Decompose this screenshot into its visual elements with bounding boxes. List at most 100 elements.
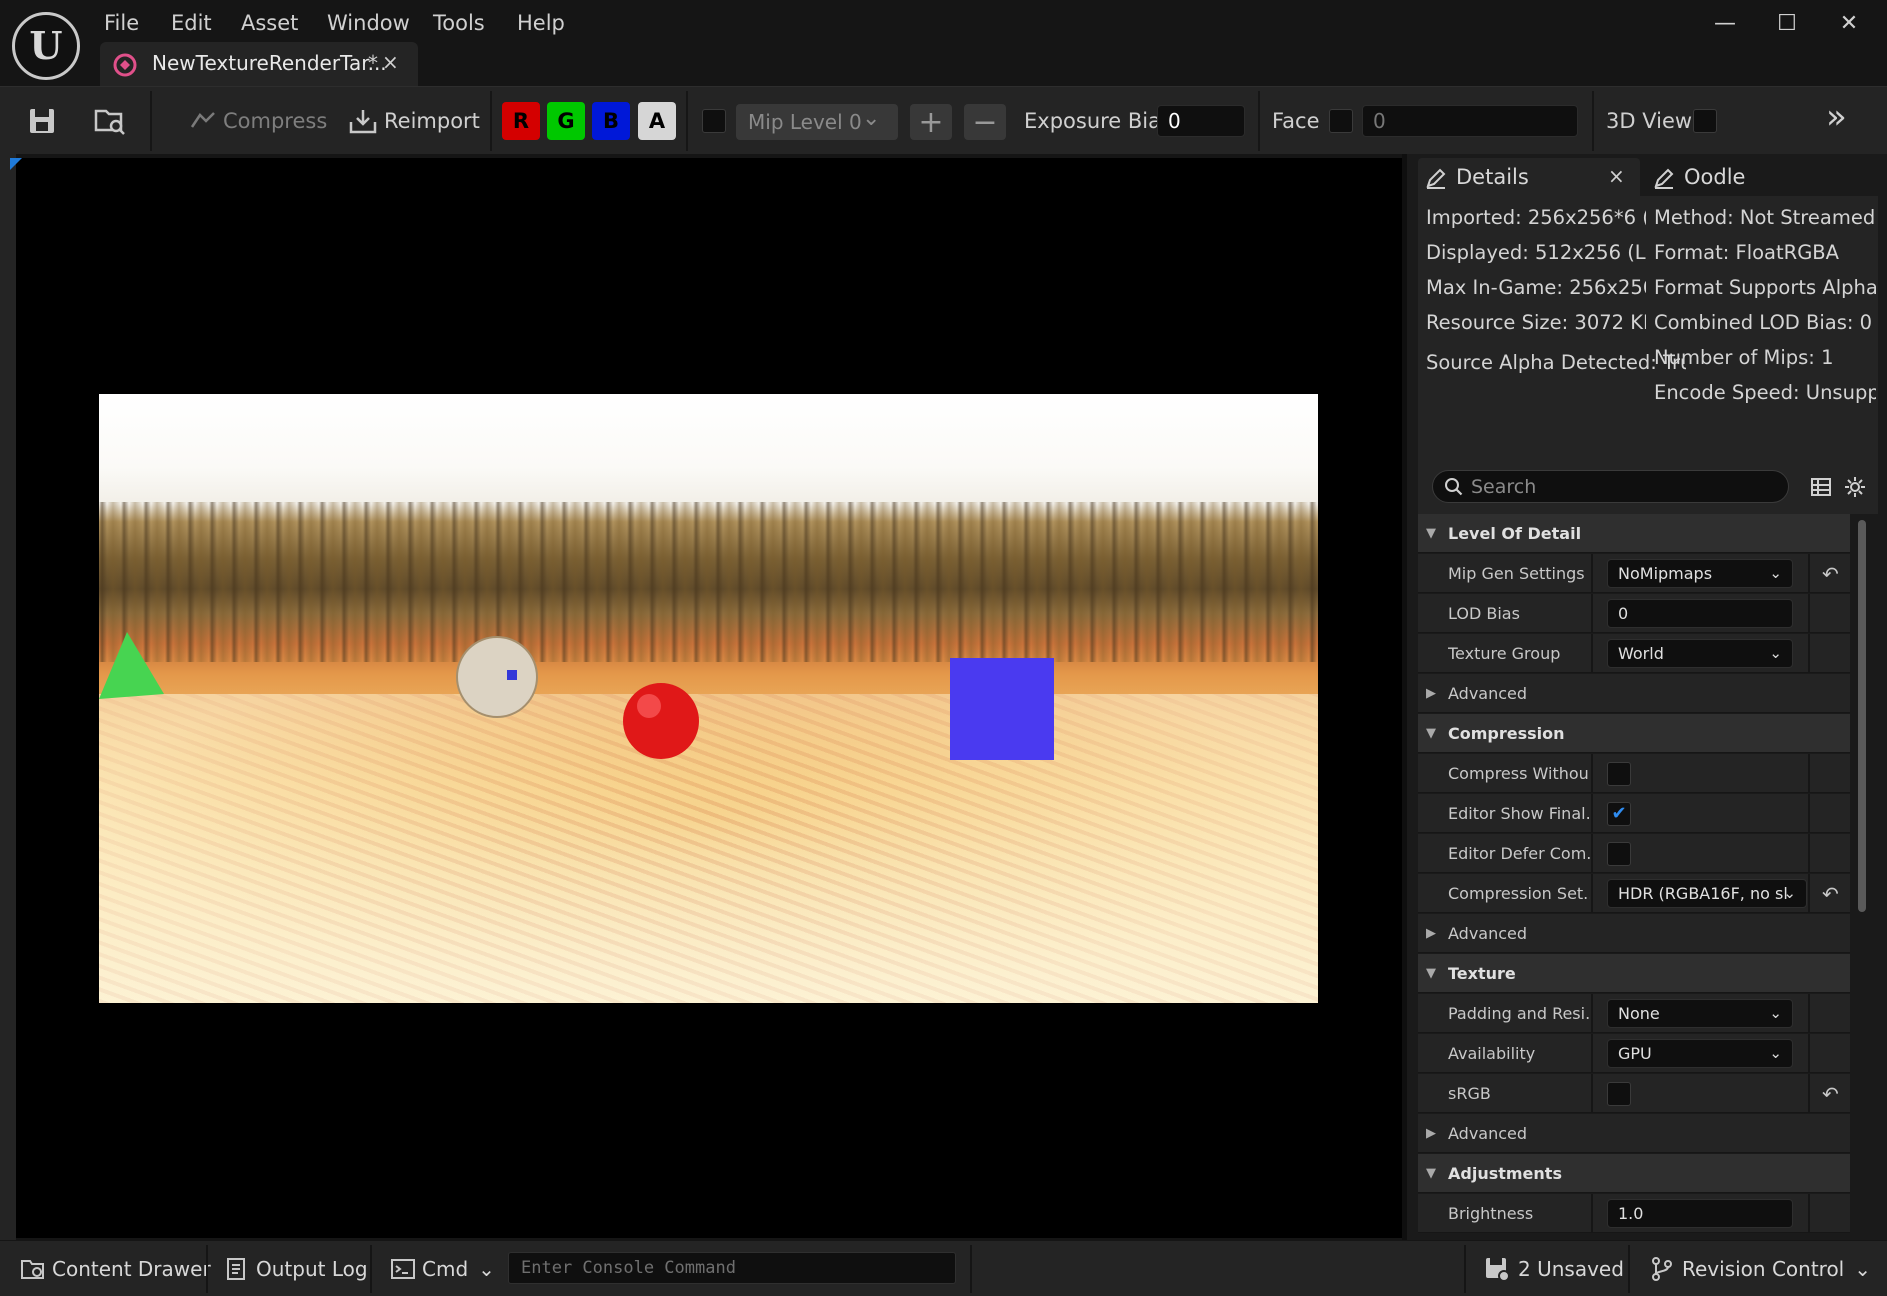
subcategory-advanced-texture[interactable]: ▶ Advanced	[1418, 1114, 1850, 1153]
menu-file[interactable]: File	[104, 8, 139, 38]
cmd-dropdown[interactable]: Cmd ⌄	[388, 1241, 495, 1296]
scene-objects	[99, 632, 1054, 760]
texture-group-dropdown[interactable]: World ⌄	[1607, 639, 1793, 668]
info-format: Format: FloatRGBA	[1654, 241, 1840, 264]
availability-dropdown[interactable]: GPU ⌄	[1607, 1039, 1793, 1068]
channel-r-toggle[interactable]: R	[502, 102, 540, 140]
property-list: ▼ Level Of Detail Mip Gen Settings NoMip…	[1418, 514, 1878, 1240]
reimport-button[interactable]: Reimport	[384, 109, 480, 133]
search-input[interactable]	[1471, 474, 1771, 500]
close-window-button[interactable]: ✕	[1824, 6, 1874, 40]
toolbar-overflow-button[interactable]: »	[1826, 97, 1847, 137]
3d-view-checkbox[interactable]	[1693, 109, 1717, 133]
details-tab-close-button[interactable]: ×	[1608, 164, 1625, 188]
browse-to-asset-icon[interactable]	[90, 103, 130, 139]
asset-tab-close-button[interactable]: ×	[382, 50, 399, 74]
prop-editor-defer-com-label: Editor Defer Com...	[1448, 844, 1590, 863]
prop-availability: Availability GPU ⌄	[1418, 1034, 1850, 1073]
channel-g-toggle[interactable]: G	[547, 102, 585, 140]
info-source-alpha: Source Alpha Detected: True	[1426, 351, 1686, 374]
output-log-button[interactable]: Output Log	[222, 1241, 368, 1296]
prop-compression-settings-label: Compression Set...	[1448, 884, 1590, 903]
prop-mip-gen-settings-label: Mip Gen Settings	[1448, 564, 1585, 583]
menu-asset[interactable]: Asset	[241, 8, 298, 38]
tab-details-label: Details	[1456, 165, 1529, 189]
mip-level-dropdown[interactable]: Mip Level 0 ⌄	[736, 104, 898, 140]
content-drawer-icon	[18, 1254, 48, 1284]
maximize-button[interactable]: ☐	[1762, 6, 1812, 40]
minimize-button[interactable]: —	[1700, 6, 1750, 40]
table-view-icon[interactable]	[1808, 474, 1834, 500]
editor-show-final-checkbox[interactable]: ✔	[1607, 802, 1631, 826]
chevron-down-icon: ⌄	[1769, 644, 1782, 662]
revision-control-button[interactable]: Revision Control ⌄	[1648, 1241, 1871, 1296]
console-command-box[interactable]	[508, 1252, 956, 1284]
sphere-reflection-cube	[507, 670, 517, 680]
compress-without-checkbox[interactable]	[1607, 762, 1631, 786]
menu-tools[interactable]: Tools	[433, 8, 485, 38]
tab-oodle[interactable]: Oodle	[1646, 158, 1876, 196]
face-checkbox[interactable]	[1329, 109, 1353, 133]
unreal-logo[interactable]: U	[12, 12, 80, 80]
asset-tab[interactable]: NewTextureRenderTar... * ×	[100, 42, 418, 86]
advanced-compression-label: Advanced	[1448, 924, 1528, 943]
reimport-icon	[346, 103, 380, 139]
padding-and-resize-dropdown[interactable]: None ⌄	[1607, 999, 1793, 1028]
terminal-icon	[388, 1254, 418, 1284]
info-imported: Imported: 256x256*6 (Cu	[1426, 206, 1646, 229]
lod-bias-input[interactable]: 0	[1607, 599, 1793, 628]
mip-decrease-button[interactable]: −	[964, 104, 1006, 140]
reset-to-default-icon[interactable]: ↶	[1822, 1082, 1839, 1106]
reset-to-default-icon[interactable]: ↶	[1822, 882, 1839, 906]
category-level-of-detail-label: Level Of Detail	[1448, 524, 1582, 543]
reset-to-default-icon[interactable]: ↶	[1822, 562, 1839, 586]
content-drawer-button[interactable]: Content Drawer	[18, 1241, 211, 1296]
prop-compress-without-alpha: Compress Withou...	[1418, 754, 1850, 793]
save-icon[interactable]	[24, 103, 60, 139]
menu-edit[interactable]: Edit	[171, 8, 212, 38]
menu-help[interactable]: Help	[517, 8, 565, 38]
channel-a-toggle[interactable]: A	[638, 102, 676, 140]
chevron-down-icon: ⌄	[478, 1257, 495, 1281]
prop-lod-bias: LOD Bias 0	[1418, 594, 1850, 633]
exposure-bias-input[interactable]: 0	[1157, 105, 1245, 137]
collapse-arrow-icon: ▼	[1426, 1166, 1436, 1181]
srgb-checkbox[interactable]	[1607, 1082, 1631, 1106]
availability-value: GPU	[1618, 1044, 1652, 1063]
category-compression[interactable]: ▼ Compression	[1418, 714, 1850, 753]
chevron-down-icon: ⌄	[1854, 1257, 1872, 1281]
mip-level-checkbox[interactable]	[702, 109, 726, 133]
brightness-input[interactable]: 1.0	[1607, 1199, 1793, 1228]
compression-settings-dropdown[interactable]: HDR (RGBA16F, no sl ⌄	[1607, 879, 1807, 908]
subcategory-advanced-compression[interactable]: ▶ Advanced	[1418, 914, 1850, 953]
editor-defer-com-checkbox[interactable]	[1607, 842, 1631, 866]
unsaved-button[interactable]: 2 Unsaved	[1482, 1241, 1624, 1296]
channel-b-toggle[interactable]: B	[592, 102, 630, 140]
mip-gen-settings-dropdown[interactable]: NoMipmaps ⌄	[1607, 559, 1793, 588]
green-cone	[99, 632, 164, 699]
chevron-down-icon: ⌄	[862, 106, 881, 131]
settings-gear-icon[interactable]	[1842, 474, 1868, 500]
mip-gen-settings-value: NoMipmaps	[1618, 564, 1713, 583]
face-input[interactable]: 0	[1362, 105, 1578, 137]
mip-increase-button[interactable]: +	[910, 104, 952, 140]
unsaved-label: 2 Unsaved	[1518, 1257, 1624, 1281]
console-command-input[interactable]	[521, 1256, 941, 1280]
prop-editor-show-final-label: Editor Show Final...	[1448, 804, 1590, 823]
details-search[interactable]	[1432, 470, 1789, 503]
subcategory-advanced-lod[interactable]: ▶ Advanced	[1418, 674, 1850, 713]
category-texture[interactable]: ▼ Texture	[1418, 954, 1850, 993]
tab-details[interactable]: Details ×	[1418, 158, 1640, 196]
tab-oodle-label: Oodle	[1684, 165, 1746, 189]
prop-padding-and-resize-label: Padding and Resi...	[1448, 1004, 1590, 1023]
collapse-arrow-icon: ▼	[1426, 966, 1436, 981]
category-level-of-detail[interactable]: ▼ Level Of Detail	[1418, 514, 1850, 553]
compress-button[interactable]: Compress	[223, 109, 327, 133]
chevron-down-icon: ⌄	[1783, 884, 1796, 902]
prop-texture-group-label: Texture Group	[1448, 644, 1561, 663]
category-adjustments[interactable]: ▼ Adjustments	[1418, 1154, 1850, 1193]
padding-and-resize-value: None	[1618, 1004, 1660, 1023]
info-displayed: Displayed: 512x256 (Lon	[1426, 241, 1646, 264]
menu-window[interactable]: Window	[327, 8, 410, 38]
details-scrollbar[interactable]	[1858, 520, 1866, 912]
